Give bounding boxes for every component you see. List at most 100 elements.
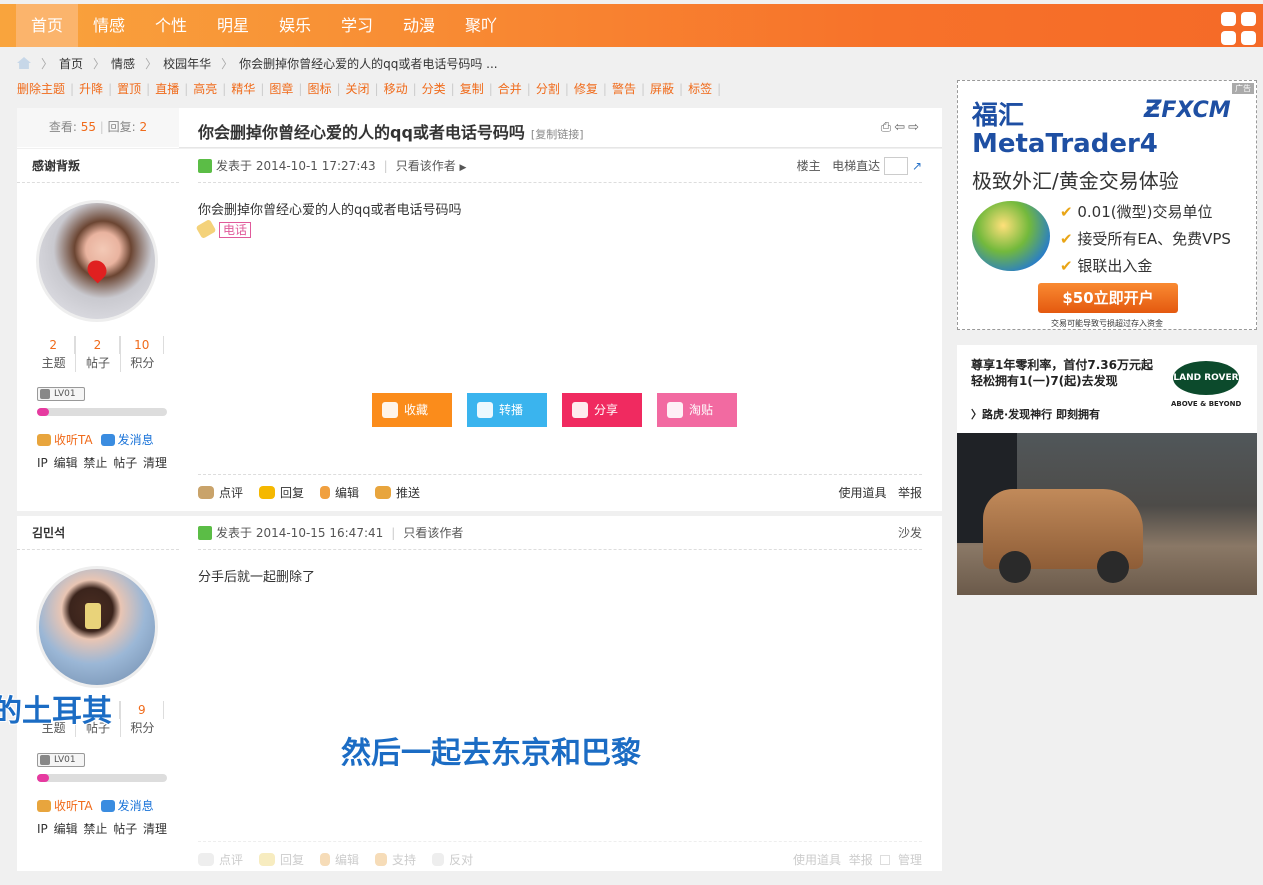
home-icon[interactable] [17,57,31,69]
mod-action-14[interactable]: 修复 [574,82,598,96]
mod-separator: | [260,82,265,96]
mod-action-10[interactable]: 分类 [422,82,446,96]
nav-item-anime[interactable]: 动漫 [403,4,435,47]
stat-value[interactable]: 2 [76,336,120,354]
mod-action-7[interactable]: 图标 [307,82,331,96]
nav-item-juya[interactable]: 聚吖 [465,4,497,47]
mod-action-16[interactable]: 屏蔽 [650,82,674,96]
edit-link[interactable]: 编辑 [320,853,359,867]
message-link[interactable]: 发消息 [100,799,154,813]
use-tool-link[interactable]: 使用道具 [793,853,841,867]
push-icon [375,486,392,499]
edit-link[interactable]: 编辑 [320,486,359,500]
go-icon[interactable]: ↗ [912,159,922,173]
level-progress [37,408,167,416]
mod-separator: | [450,82,455,96]
mod-separator: | [564,82,569,96]
floor-label: 楼主 [796,159,821,173]
repost-button[interactable]: 转播 [467,393,547,427]
mod-separator: | [336,82,341,96]
ad-tagline: ABOVE & BEYOND [1171,400,1242,408]
oppose-link[interactable]: 反对 [432,853,473,867]
subtitle-overlay-center: 然后一起去东京和巴黎 [341,736,641,771]
breadcrumb-item[interactable]: 校园年华 [163,57,211,71]
mod-action-5[interactable]: 精华 [231,82,255,96]
avatar[interactable] [36,566,158,688]
metatrader-logo [972,201,1050,271]
author-stats: 2 主题 2 帖子 10 积分 [32,336,164,372]
check-icon: ✔ [1060,257,1073,275]
ad-points: ✔ 0.01(微型)交易单位 ✔ 接受所有EA、免费VPS ✔ 银联出入金 [1060,203,1231,275]
admin-links[interactable]: IP 编辑 禁止 帖子 清理 [37,454,167,471]
nav-item-study[interactable]: 学习 [341,4,373,47]
manage-checkbox[interactable] [880,855,891,865]
post-status-icon [198,526,212,540]
check-icon: ✔ [1060,230,1073,248]
message-link[interactable]: 发消息 [100,433,154,447]
breadcrumb-item[interactable]: 首页 [59,57,83,71]
report-link[interactable]: 举报 [898,486,922,500]
mod-action-8[interactable]: 关闭 [346,82,370,96]
next-thread-icon[interactable]: ⇨ [908,120,922,135]
nav-item-emotion[interactable]: 情感 [93,4,125,47]
mod-action-13[interactable]: 分割 [536,82,560,96]
favorite-button[interactable]: 收藏 [372,393,452,427]
floor-input[interactable] [884,157,909,175]
comment-link[interactable]: 点评 [198,486,243,500]
breadcrumb-item[interactable]: 情感 [111,57,135,71]
mod-action-17[interactable]: 标签 [688,82,712,96]
avatar[interactable] [36,200,158,322]
nav-item-personality[interactable]: 个性 [155,4,187,47]
subtitle-overlay-left: 的土耳其 [0,694,112,729]
mod-action-11[interactable]: 复制 [460,82,484,96]
admin-links[interactable]: IP 编辑 禁止 帖子 清理 [37,820,167,837]
use-tool-link[interactable]: 使用道具 [839,486,887,500]
taotie-button[interactable]: 淘贴 [657,393,737,427]
support-link[interactable]: 支持 [375,853,416,867]
share-button[interactable]: 分享 [562,393,642,427]
grid-menu-icon[interactable] [1221,12,1257,46]
follow-link[interactable]: 收听TA [37,799,93,813]
mod-separator: | [184,82,189,96]
stat-value[interactable]: 2 [32,336,76,354]
nav-item-entertainment[interactable]: 娱乐 [279,4,311,47]
comment-icon [198,486,214,499]
mod-action-1[interactable]: 升降 [79,82,103,96]
ad-label: 广告 [1232,83,1254,94]
landrover-ad[interactable]: 尊享1年零利率，首付7.36万元起 轻松拥有1(一)7(起)去发现 〉路虎·发现… [957,345,1257,595]
author-name[interactable]: 感谢背叛 [17,149,179,183]
mod-action-15[interactable]: 警告 [612,82,636,96]
only-author-link[interactable]: 只看该作者 [403,526,463,540]
nav-item-stars[interactable]: 明星 [217,4,249,47]
stat-value[interactable]: 9 [121,701,164,719]
tag-link[interactable]: 电话 [219,222,252,238]
report-link[interactable]: 举报 [849,853,873,867]
mod-action-9[interactable]: 移动 [384,82,408,96]
mod-action-4[interactable]: 高亮 [193,82,217,96]
push-link[interactable]: 推送 [375,486,420,500]
replies-count: 2 [139,120,148,134]
mod-action-3[interactable]: 直播 [155,82,179,96]
copy-link[interactable]: [复制链接] [531,128,584,141]
reply-link[interactable]: 回复 [259,853,304,867]
open-account-button[interactable]: $50立即开户 [1038,283,1178,313]
reply-link[interactable]: 回复 [259,486,304,500]
post-2: 发表于 2014-10-15 16:47:41 | 只看该作者 沙发 分手后就一起删… [179,516,942,871]
mod-separator: | [298,82,303,96]
ad-line: 尊享1年零利率，首付7.36万元起 [971,358,1153,372]
mod-action-12[interactable]: 合并 [498,82,522,96]
mod-action-2[interactable]: 置顶 [117,82,141,96]
author-name[interactable]: 김민석 [17,516,179,550]
prev-thread-icon[interactable]: ⇦ [894,120,908,135]
stat-value[interactable]: 10 [121,336,164,354]
mod-action-6[interactable]: 图章 [269,82,293,96]
follow-link[interactable]: 收听TA [37,433,93,447]
comment-link[interactable]: 点评 [198,853,243,867]
fxcm-ad[interactable]: 广告 福汇 ƵFXCM MetaTrader4 极致外汇/黄金交易体验 ✔ 0.… [957,80,1257,330]
views-count: 55 [80,120,96,134]
nav-item-home[interactable]: 首页 [16,4,79,47]
mod-action-0[interactable]: 删除主题 [17,82,65,96]
check-icon: ✔ [1060,203,1073,221]
only-author-link[interactable]: 只看该作者 [396,159,456,173]
print-icon[interactable]: ⎙ [881,120,894,135]
